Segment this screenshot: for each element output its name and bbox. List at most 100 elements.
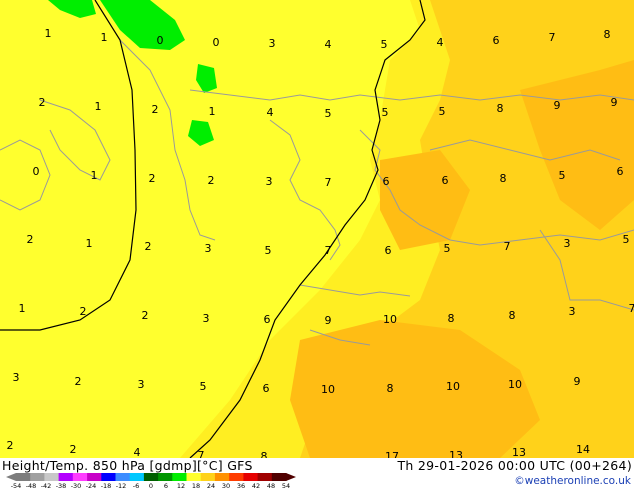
legend-tick-label: 54 (282, 482, 290, 490)
map-value-label: 7 (325, 176, 332, 189)
legend-swatch (229, 473, 244, 481)
map-value-label: 2 (208, 174, 215, 187)
map-value-label: 7 (198, 449, 205, 458)
legend-swatch (200, 473, 216, 481)
legend-swatch (143, 473, 159, 481)
map-value-label: 8 (261, 450, 268, 458)
legend-tick-label: -6 (133, 482, 139, 490)
legend-tick-label: -48 (26, 482, 37, 490)
map-value-label: 0 (157, 34, 164, 47)
map-value-label: 1 (209, 105, 216, 118)
color-scale-legend: -54 -48 -42 -38 -30 -24 -18 -12 -6 0 6 12 18 24 30 36 42… (6, 473, 296, 490)
map-value-label: 7 (549, 31, 556, 44)
map-value-label: 5 (325, 107, 332, 120)
map-value-label: 2 (27, 233, 34, 246)
map-title: Height/Temp. 850 hPa [gdmp][°C] GFS (2, 458, 253, 473)
legend-tick-label: 18 (192, 482, 200, 490)
legend-swatch (30, 473, 45, 481)
map-value-label: 5 (265, 244, 272, 257)
map-value-label: 1 (86, 237, 93, 250)
map-value-label: 1 (45, 27, 52, 40)
map-value-label: 9 (611, 96, 618, 109)
credit-link[interactable]: ©weatheronline.co.uk (514, 475, 631, 487)
legend-swatch (16, 473, 31, 481)
legend-tick-label: -24 (86, 482, 97, 490)
legend-arrow-right (286, 473, 296, 481)
map-value-label: 9 (574, 375, 581, 388)
map-value-label: 3 (564, 237, 571, 250)
legend-swatch (172, 473, 187, 481)
map-value-label: 1 (95, 100, 102, 113)
map-value-label: 6 (617, 165, 624, 178)
legend-swatch (115, 473, 131, 481)
legend-tick-label: -30 (71, 482, 82, 490)
map-value-label: 14 (576, 443, 590, 456)
map-value-label: 6 (264, 313, 271, 326)
legend-swatch (129, 473, 145, 481)
weather-map-view: 1100345467821214555899012237668562123576… (0, 0, 634, 490)
legend-swatch (186, 473, 202, 481)
map-value-label: 4 (325, 38, 332, 51)
map-value-label: 6 (493, 34, 500, 47)
legend-tick-label: -18 (101, 482, 112, 490)
map-value-label: 2 (149, 172, 156, 185)
map-value-label: 10 (321, 383, 335, 396)
map-value-label: 10 (446, 380, 460, 393)
map-value-label: 5 (439, 105, 446, 118)
legend-swatches (6, 473, 296, 481)
legend-tick-label: 12 (177, 482, 185, 490)
map-value-label: 5 (623, 233, 630, 246)
map-value-label: 3 (205, 242, 212, 255)
legend-tick-label: 6 (164, 482, 168, 490)
legend-tick-labels: -54 -48 -42 -38 -30 -24 -18 -12 -6 0 6 12 18 24 30 36 42… (11, 482, 290, 490)
legend-tick-label: 24 (207, 482, 215, 490)
map-value-label: 13 (512, 446, 526, 458)
map-value-label: 8 (448, 312, 455, 325)
map-value-label: 6 (263, 382, 270, 395)
legend-tick-label: 30 (222, 482, 230, 490)
legend-tick-label: -42 (41, 482, 52, 490)
map-value-label: 5 (200, 380, 207, 393)
legend-swatch (243, 473, 259, 481)
legend-arrow-left (6, 473, 16, 481)
legend-swatch (101, 473, 116, 481)
map-value-label: 7 (504, 240, 511, 253)
map-value-label: 5 (559, 169, 566, 182)
map-value-label: 17 (385, 450, 399, 458)
map-value-label: 3 (269, 37, 276, 50)
map-value-label: 3 (569, 305, 576, 318)
map-value-label: 7 (325, 244, 332, 257)
legend-tick-label: -54 (11, 482, 22, 490)
footer-bar: Height/Temp. 850 hPa [gdmp][°C] GFS Th 2… (0, 458, 634, 490)
legend-tick-label: 42 (252, 482, 260, 490)
map-value-label: 2 (145, 240, 152, 253)
map-value-label: 0 (213, 36, 220, 49)
legend-tick-label: 0 (149, 482, 153, 490)
map-value-label: 7 (629, 302, 634, 315)
legend-tick-label: -38 (56, 482, 67, 490)
map-value-label: 8 (604, 28, 611, 41)
map-value-label: 1 (19, 302, 26, 315)
map-value-label: 5 (381, 38, 388, 51)
map-value-label: 4 (134, 446, 141, 458)
map-value-label: 4 (267, 106, 274, 119)
map-value-label: 2 (142, 309, 149, 322)
map-value-label: 5 (444, 242, 451, 255)
map-value-label: 6 (385, 244, 392, 257)
map-value-label: 5 (382, 106, 389, 119)
legend-swatch (44, 473, 60, 481)
temperature-map: 1 1 0 0 3 4 5 4 6 7 82 1 2 1 4 5 5 5 8 9 90 1 2 2 3 7 6 6 8 5 62 1 2 3 5 7 6… (0, 0, 634, 458)
legend-swatch (72, 473, 88, 481)
legend-swatch (257, 473, 273, 481)
map-value-label: 8 (497, 102, 504, 115)
map-value-label: 10 (508, 378, 522, 391)
map-value-label: 2 (75, 375, 82, 388)
map-value-label: 13 (449, 449, 463, 458)
map-value-label: 9 (325, 314, 332, 327)
map-value-label: 10 (383, 313, 397, 326)
map-value-label: 2 (39, 96, 46, 109)
map-value-label: 3 (203, 312, 210, 325)
map-value-label: 2 (152, 103, 159, 116)
map-value-label: 2 (80, 305, 87, 318)
legend-swatch (87, 473, 102, 481)
